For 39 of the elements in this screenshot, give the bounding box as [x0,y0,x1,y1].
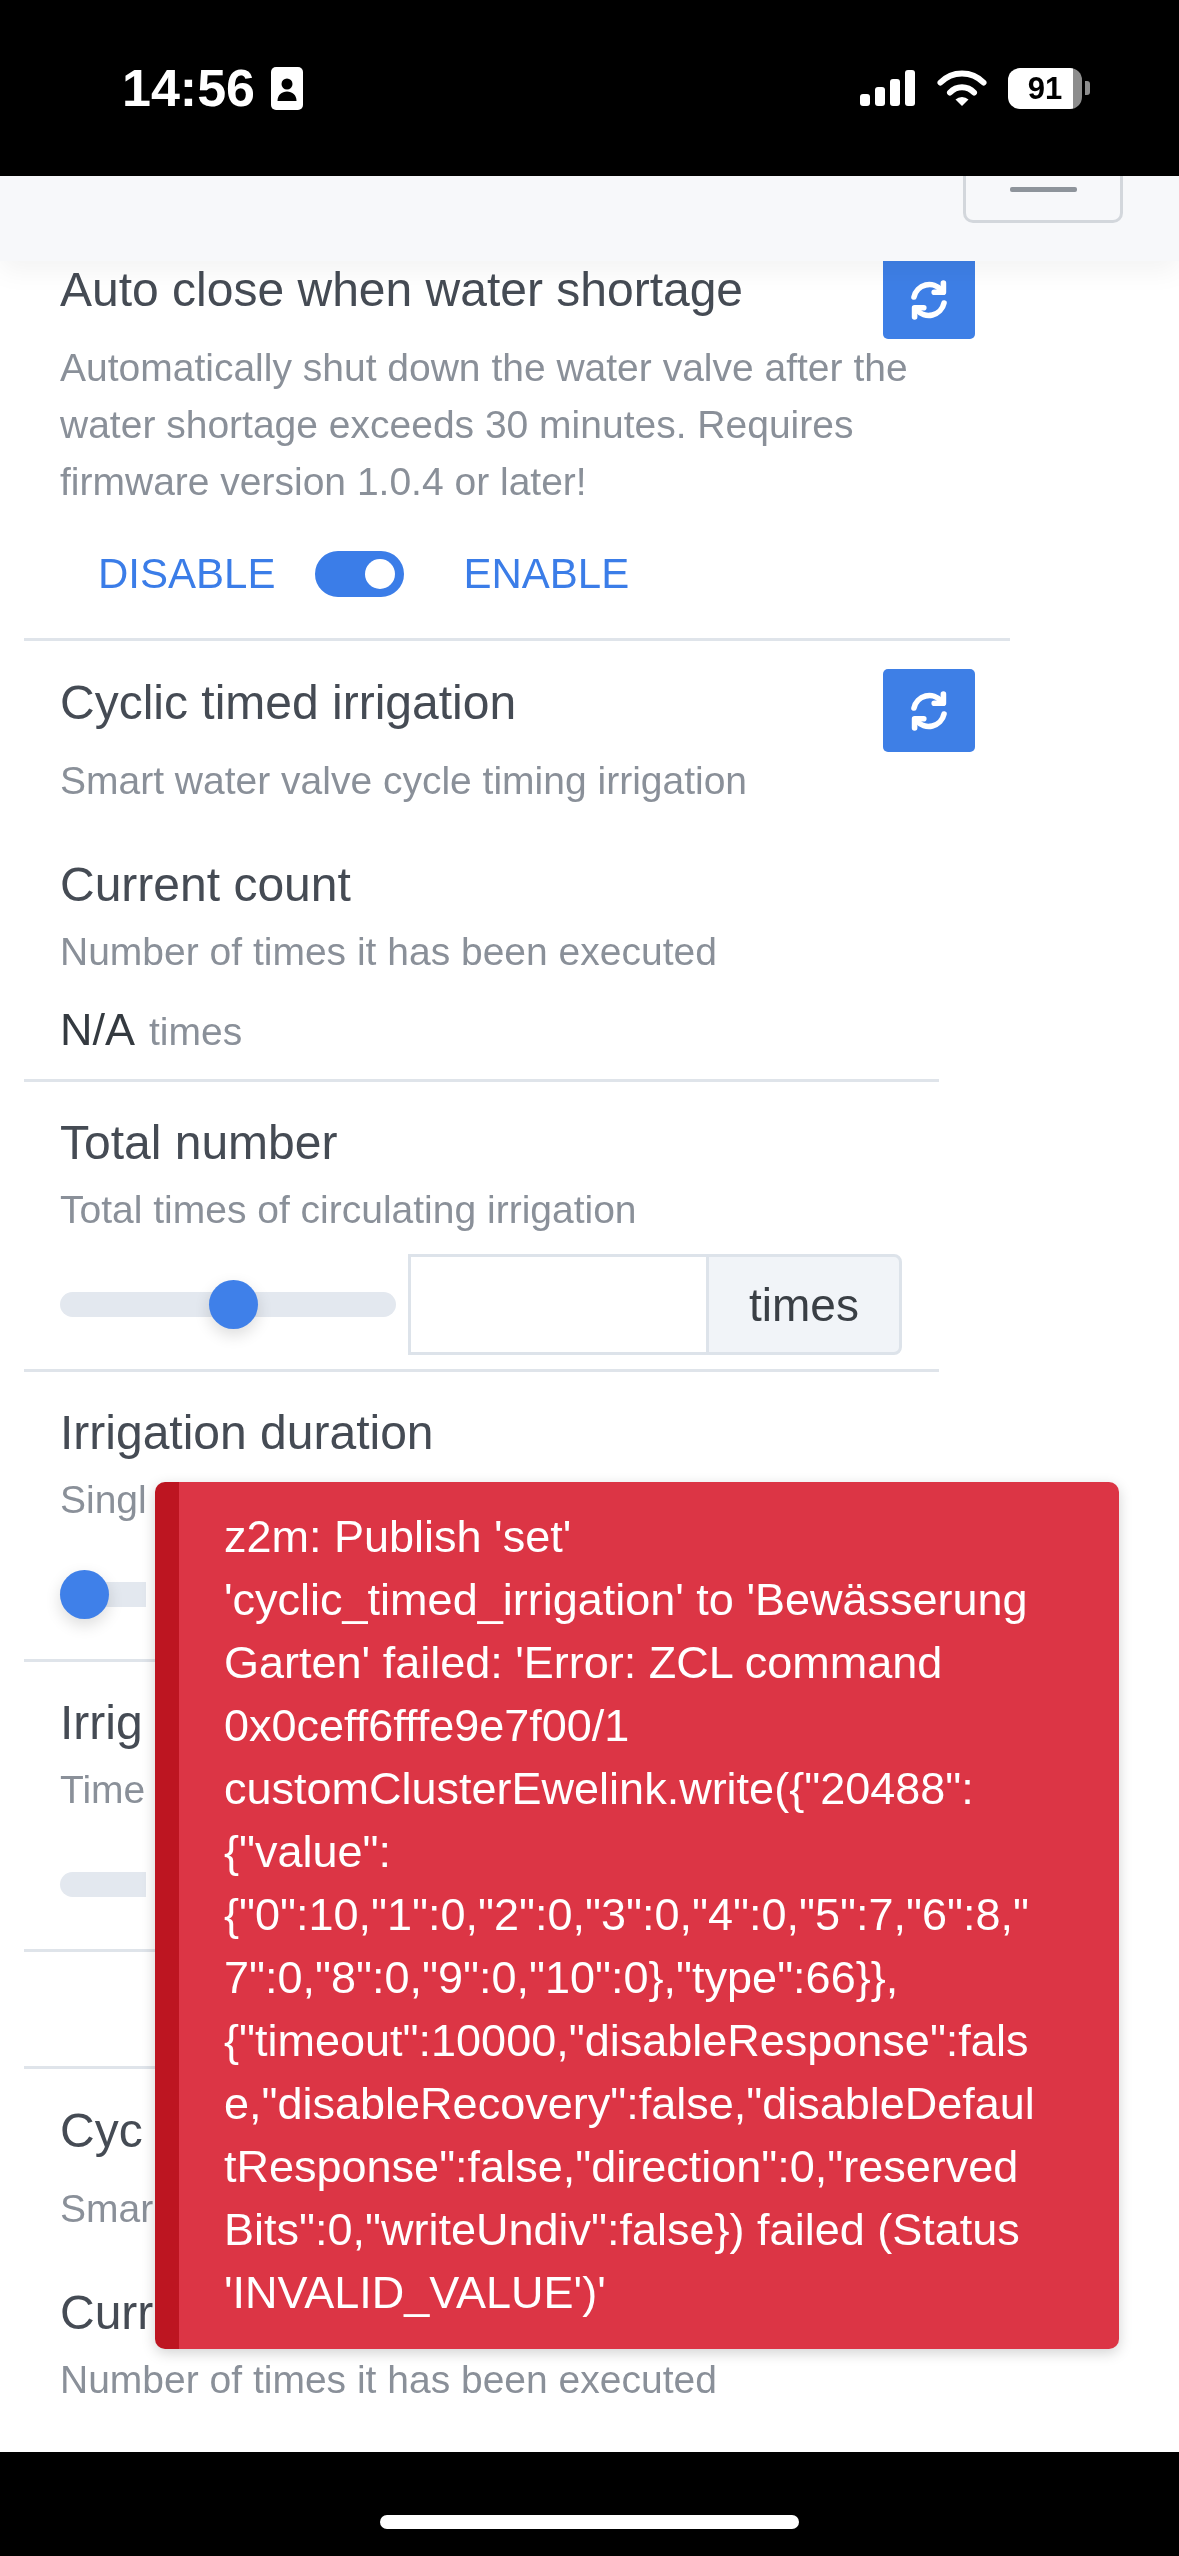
wifi-icon [936,69,988,107]
slider-track[interactable] [60,1570,146,1619]
enable-button[interactable]: ENABLE [463,551,630,597]
field-label: Total number [60,1115,338,1171]
battery-indicator: 91 [1008,67,1090,109]
person-card-icon [271,66,303,110]
status-time: 14:56 [122,58,255,118]
unit-label: times [706,1254,902,1355]
setting-description: Smar [60,2186,154,2232]
refresh-button[interactable] [883,669,975,752]
field-label: Irrigation duration [60,1405,434,1461]
refresh-button[interactable] [883,261,975,339]
slider-thumb[interactable] [209,1280,259,1329]
slider-track[interactable] [60,1280,396,1329]
field-description: Time [60,1767,146,1813]
toggle-switch[interactable] [315,551,405,597]
field-label: Irrig [60,1695,143,1751]
disable-button[interactable]: DISABLE [98,551,276,597]
reading-value: N/A [60,1003,135,1057]
refresh-icon [910,280,948,320]
field-description: Number of times it has been executed [60,2357,717,2403]
reading-unit: times [149,1009,243,1055]
field-description: Singl [60,1477,147,1523]
field-label: Curr [60,2285,154,2341]
menu-icon [1009,187,1077,192]
field-description: Number of times it has been executed [60,929,717,975]
setting-title: Auto close when water shortage [60,262,744,318]
error-message: z2m: Publish 'set' 'cyclic_timed_irrigation' to 'Bewässerung Garten' failed: 'Error: ZCL command 0x0ceff6fffe9e7f00/1 customClusterEwelink.write({"20488":{"value":{"0":10,"1":0,"2":0,"3":0,"4":0,"5":7,"6":8,"7":0,"8":0,"9":0,"10":0},"type":66}},{"timeout":10000,"disableResponse":false,"disableRecovery":false,"disableDefaultResponse":false,"direction":0,"reservedBits":0,"writeUndiv":false}) failed (Status 'INVALID_VALUE')' [224,1510,1036,2320]
field-description: Total times of circulating irrigation [60,1187,637,1233]
number-input[interactable] [408,1254,706,1355]
refresh-icon [910,690,948,731]
slider-thumb[interactable] [60,1570,109,1619]
setting-title: Cyc [60,2103,143,2159]
setting-description: Smart water valve cycle timing irrigation [60,758,748,804]
setting-description: Automatically shut down the water valve after the water shortage exceeds 30 minutes. Requires firmware version 1.0.4 or later! [60,345,909,505]
field-label: Current count [60,857,351,913]
cellular-signal-icon [860,70,916,106]
menu-button[interactable] [963,176,1123,223]
setting-title: Cyclic timed irrigation [60,675,517,731]
